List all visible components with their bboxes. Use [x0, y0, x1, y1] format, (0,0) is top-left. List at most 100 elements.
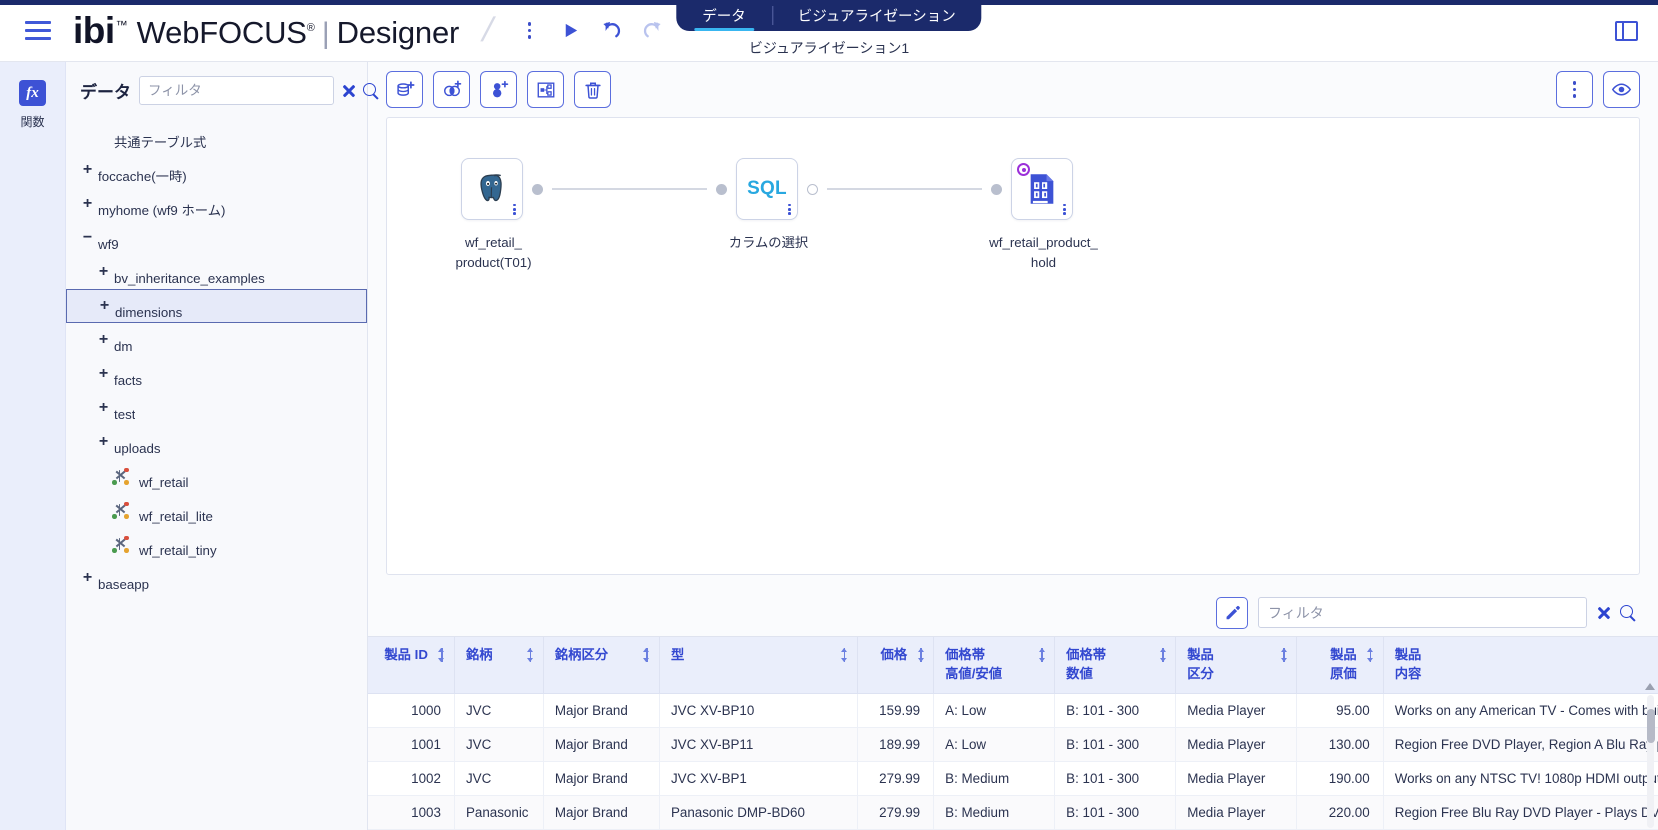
play-icon[interactable] — [554, 14, 588, 48]
tree-item-dm[interactable]: + dm — [66, 323, 367, 357]
flow-canvas[interactable]: wf_retail_ product(T01) SQL カラムの選択 wf_re… — [386, 117, 1640, 576]
column-header[interactable]: 製品 区分 — [1175, 637, 1298, 695]
table-cell: JVC — [454, 761, 544, 796]
transform-node-box[interactable]: SQL — [716, 158, 818, 220]
expand-icon[interactable]: + — [80, 196, 95, 212]
panel-toggle-icon[interactable] — [1615, 20, 1638, 41]
clear-x-icon[interactable] — [341, 83, 356, 98]
expand-icon[interactable]: + — [80, 162, 95, 178]
expand-icon[interactable]: + — [96, 366, 111, 382]
tree-item-label: test — [114, 406, 136, 422]
expand-icon[interactable]: + — [96, 332, 111, 348]
transform-output-port[interactable] — [807, 183, 818, 195]
tree-item-bv_inheritance_examples[interactable]: + bv_inheritance_examples — [66, 255, 367, 289]
sort-updown-icon[interactable] — [841, 648, 849, 663]
table-row[interactable]: 1000 JVC Major Brand JVC XV-BP10 159.99 A: Lo… — [368, 693, 1658, 728]
tree-spacer: · — [96, 128, 111, 144]
tree-item-label: 共通テーブル式 — [114, 134, 207, 150]
tree-item-wf_retail_tiny[interactable]: wf_retail_tiny — [66, 527, 367, 561]
table-row[interactable]: 1003 Panasonic Major Brand Panasonic DMP-BD… — [368, 795, 1658, 830]
target-node-menu-icon[interactable] — [1063, 203, 1066, 215]
table-cell: 130.00 — [1296, 727, 1384, 762]
tree-item-myhomewf9[interactable]: + myhome (wf9 ホーム) — [66, 187, 367, 221]
source-node-menu-icon[interactable] — [513, 203, 516, 215]
column-header-label: 製品 区分 — [1187, 647, 1214, 682]
expand-icon[interactable]: + — [96, 264, 111, 280]
column-header[interactable]: 価格帯 高値/安値 — [933, 637, 1056, 695]
expand-icon[interactable]: + — [96, 434, 111, 450]
tree-item-dimensions[interactable]: + dimensions — [66, 289, 367, 323]
redo-icon[interactable] — [636, 14, 670, 48]
grid-vertical-scrollbar[interactable] — [1645, 683, 1656, 828]
data-filter-input[interactable] — [139, 76, 334, 105]
flow-node-source[interactable]: wf_retail_ product(T01) — [432, 158, 552, 273]
tree-item-wf_retail_lite[interactable]: wf_retail_lite — [66, 493, 367, 527]
target-input-port[interactable] — [991, 183, 1002, 195]
flow-node-transform[interactable]: SQL カラムの選択 — [707, 158, 827, 253]
search-icon[interactable] — [363, 82, 379, 99]
expand-icon[interactable]: + — [80, 570, 95, 586]
preview-button[interactable] — [1603, 71, 1640, 108]
source-node-box[interactable] — [461, 158, 543, 220]
table-row[interactable]: 1001 JVC Major Brand JVC XV-BP11 189.99 A: Lo… — [368, 727, 1658, 762]
transform-input-port[interactable] — [716, 183, 727, 195]
column-header[interactable]: 価格帯 数値 — [1054, 637, 1177, 695]
column-header[interactable]: 製品 原価 — [1296, 637, 1384, 695]
tree-item-baseapp[interactable]: + baseapp — [66, 561, 367, 595]
column-header[interactable]: 銘柄 — [454, 637, 544, 695]
expand-icon[interactable]: + — [96, 400, 111, 416]
column-header[interactable]: 製品 ID — [368, 637, 455, 695]
tree-item-facts[interactable]: + facts — [66, 357, 367, 391]
undo-icon[interactable] — [595, 14, 629, 48]
sort-updown-icon[interactable] — [917, 648, 925, 663]
sort-updown-icon[interactable] — [1367, 648, 1375, 663]
tree-item-test[interactable]: + test — [66, 391, 367, 425]
column-header[interactable]: 価格 — [857, 637, 935, 695]
table-cell: 159.99 — [857, 693, 935, 728]
scroll-up-arrow-icon[interactable] — [1645, 683, 1655, 691]
column-header[interactable]: 銘柄区分 — [543, 637, 660, 695]
canvas-menu-button[interactable] — [1556, 71, 1593, 108]
tree-item-foccache[interactable]: + foccache(一時) — [66, 153, 367, 187]
pencil-icon[interactable] — [1216, 596, 1248, 629]
flow-node-target[interactable]: wf_retail_product_ hold — [982, 158, 1102, 273]
tab-data[interactable]: データ — [676, 0, 772, 31]
table-row[interactable]: 1002 JVC Major Brand JVC XV-BP1 279.99 B: Med… — [368, 761, 1658, 796]
left-icon-rail: fx 関数 — [0, 62, 66, 830]
kebab-menu-icon[interactable] — [513, 14, 547, 48]
sort-updown-icon[interactable] — [438, 648, 446, 663]
scrollbar-thumb[interactable] — [1646, 709, 1655, 744]
search-icon[interactable] — [1620, 604, 1636, 621]
table-cell: Works on any American TV - Comes with bu… — [1383, 693, 1658, 728]
target-node-label: wf_retail_product_ hold — [989, 235, 1098, 270]
sort-updown-icon[interactable] — [643, 648, 651, 663]
hamburger-icon[interactable] — [25, 20, 51, 41]
delete-button[interactable] — [574, 71, 611, 108]
sort-updown-icon[interactable] — [527, 648, 535, 663]
add-table-button[interactable] — [386, 71, 423, 108]
expand-icon[interactable]: + — [97, 298, 112, 314]
rail-item-functions[interactable]: fx 関数 — [19, 80, 46, 130]
tree-item-uploads[interactable]: + uploads — [66, 425, 367, 459]
tree-item-[interactable]: ·共通テーブル式 — [66, 119, 367, 153]
layout-button[interactable] — [527, 71, 564, 108]
table-cell: 95.00 — [1296, 693, 1384, 728]
add-union-button[interactable] — [480, 71, 517, 108]
transform-node-menu-icon[interactable] — [788, 203, 791, 215]
grid-filter-input[interactable] — [1258, 597, 1587, 629]
source-output-port[interactable] — [532, 183, 543, 195]
transform-node-label: カラムの選択 — [728, 235, 809, 250]
add-join-button[interactable] — [433, 71, 470, 108]
target-node-box[interactable] — [991, 158, 1073, 220]
sort-updown-icon[interactable] — [1159, 648, 1167, 663]
tree-item-wf_retail[interactable]: wf_retail — [66, 459, 367, 493]
sort-updown-icon[interactable] — [1038, 648, 1046, 663]
tab-visualization[interactable]: ビジュアライゼーション — [771, 0, 982, 31]
sort-updown-icon[interactable] — [1280, 648, 1288, 663]
clear-x-icon[interactable] — [1596, 605, 1611, 620]
sql-icon: SQL — [747, 178, 787, 199]
column-header[interactable]: 型 — [659, 637, 858, 695]
tree-item-wf9[interactable]: − wf9 — [66, 221, 367, 255]
column-header[interactable]: 製品 内容 — [1383, 637, 1658, 695]
collapse-icon[interactable]: − — [80, 230, 95, 246]
